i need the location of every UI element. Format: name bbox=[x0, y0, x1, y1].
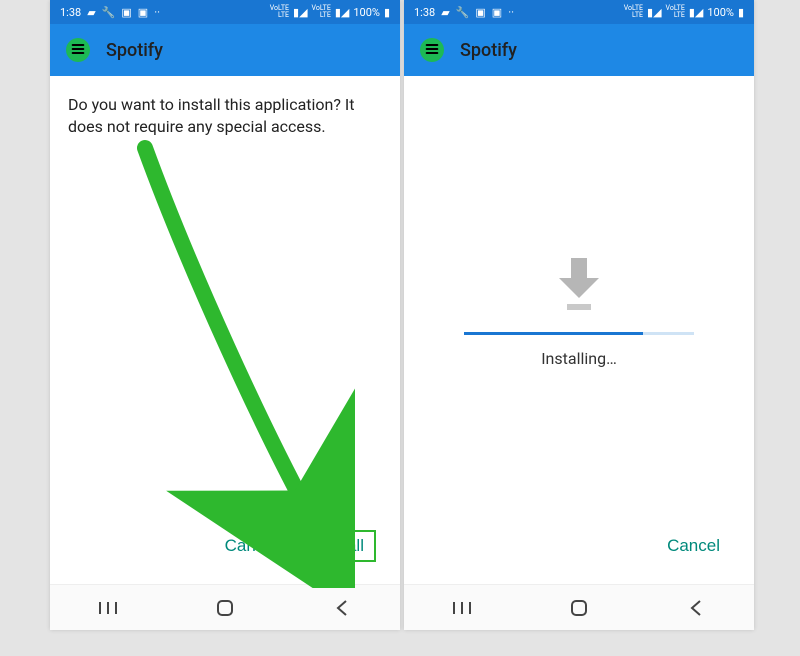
installing-body: Installing… Cancel bbox=[404, 76, 754, 584]
nav-recent-button[interactable] bbox=[78, 600, 138, 616]
progress-fill bbox=[464, 332, 643, 335]
app-title: Spotify bbox=[106, 40, 163, 61]
download-icon bbox=[551, 254, 607, 314]
mail-icon: ▰ bbox=[87, 6, 95, 19]
more-icon: ·· bbox=[154, 6, 160, 19]
cancel-button[interactable]: Cancel bbox=[657, 530, 730, 562]
nav-recent-button[interactable] bbox=[432, 600, 492, 616]
network-indicator-1: VoLTELTE bbox=[624, 5, 643, 19]
phone-install-prompt: 1:38 ▰ 🔧 ▣ ▣ ·· VoLTELTE ▮◢ VoLTELTE ▮◢ … bbox=[50, 0, 400, 630]
phone-installing: 1:38 ▰ 🔧 ▣ ▣ ·· VoLTELTE ▮◢ VoLTELTE ▮◢ … bbox=[404, 0, 754, 630]
app-header: Spotify bbox=[50, 24, 400, 76]
signal-icon-2: ▮◢ bbox=[689, 6, 704, 19]
nav-home-button[interactable] bbox=[195, 598, 255, 618]
status-time: 1:38 bbox=[414, 6, 435, 19]
status-bar: 1:38 ▰ 🔧 ▣ ▣ ·· VoLTELTE ▮◢ VoLTELTE ▮◢ … bbox=[50, 0, 400, 24]
install-button[interactable]: Install bbox=[308, 530, 376, 562]
battery-pct: 100% bbox=[353, 6, 380, 19]
install-prompt-message: Do you want to install this application?… bbox=[68, 94, 382, 137]
network-indicator-2: VoLTELTE bbox=[666, 5, 685, 19]
nav-home-button[interactable] bbox=[549, 598, 609, 618]
wrench-icon: 🔧 bbox=[456, 6, 470, 19]
nav-bar bbox=[50, 584, 400, 630]
installing-label: Installing… bbox=[541, 349, 617, 368]
signal-icon-2: ▮◢ bbox=[335, 6, 350, 19]
progress-bar bbox=[464, 332, 694, 335]
spotify-icon bbox=[420, 38, 444, 62]
battery-pct: 100% bbox=[707, 6, 734, 19]
signal-icon: ▮◢ bbox=[293, 6, 308, 19]
app-title: Spotify bbox=[460, 40, 517, 61]
install-prompt-body: Do you want to install this application?… bbox=[50, 76, 400, 584]
more-icon: ·· bbox=[508, 6, 514, 19]
network-indicator-1: VoLTELTE bbox=[270, 5, 289, 19]
image-icon: ▣ bbox=[475, 6, 485, 19]
button-row: Cancel bbox=[422, 520, 736, 576]
signal-icon: ▮◢ bbox=[647, 6, 662, 19]
nav-back-button[interactable] bbox=[312, 598, 372, 618]
status-time: 1:38 bbox=[60, 6, 81, 19]
image-icon-2: ▣ bbox=[492, 6, 502, 19]
mail-icon: ▰ bbox=[441, 6, 449, 19]
image-icon-2: ▣ bbox=[138, 6, 148, 19]
wrench-icon: 🔧 bbox=[102, 6, 116, 19]
cancel-button[interactable]: Cancel bbox=[215, 530, 288, 562]
battery-icon: ▮ bbox=[738, 6, 744, 19]
spotify-icon bbox=[66, 38, 90, 62]
button-row: Cancel Install bbox=[68, 520, 382, 576]
nav-back-button[interactable] bbox=[666, 598, 726, 618]
battery-icon: ▮ bbox=[384, 6, 390, 19]
image-icon: ▣ bbox=[121, 6, 131, 19]
nav-bar bbox=[404, 584, 754, 630]
network-indicator-2: VoLTELTE bbox=[312, 5, 331, 19]
status-bar: 1:38 ▰ 🔧 ▣ ▣ ·· VoLTELTE ▮◢ VoLTELTE ▮◢ … bbox=[404, 0, 754, 24]
app-header: Spotify bbox=[404, 24, 754, 76]
